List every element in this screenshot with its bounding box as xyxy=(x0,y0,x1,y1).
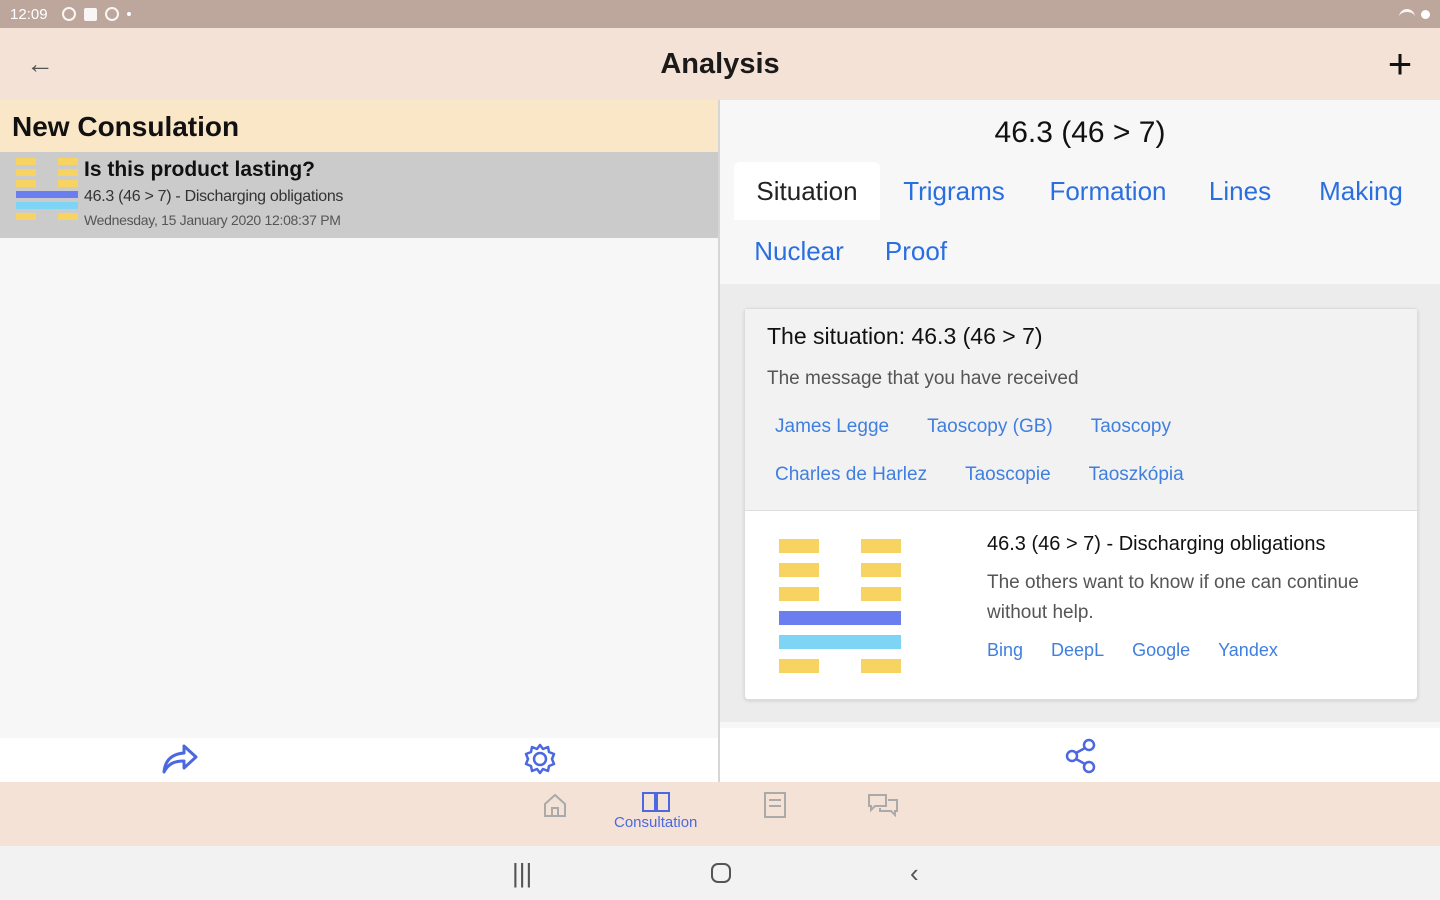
consultation-summary: 46.3 (46 > 7) - Discharging obligations xyxy=(84,188,344,205)
nav-journal[interactable] xyxy=(760,790,790,820)
source-links-row-2: Charles de Harlez Taoscopie Taoszkópia xyxy=(767,464,1395,486)
recents-icon[interactable]: ||| xyxy=(512,858,532,889)
arrow-back-icon[interactable]: ← xyxy=(22,48,58,80)
tab-making[interactable]: Making xyxy=(1306,162,1416,220)
tab-proof[interactable]: Proof xyxy=(876,222,956,280)
source-link-taoscopy-gb[interactable]: Taoscopy (GB) xyxy=(927,416,1053,438)
chat-icon xyxy=(868,794,898,818)
hexagram-heading: 46.3 (46 > 7) xyxy=(994,116,1166,149)
plus-icon[interactable]: + xyxy=(1378,42,1422,86)
source-link-taoszkopia[interactable]: Taoszkópia xyxy=(1089,464,1184,486)
consultation-list-pane: New Consulation Is this product lasting?… xyxy=(0,100,718,782)
translator-links: Bing DeepL Google Yandex xyxy=(987,640,1387,661)
consultation-question: Is this product lasting? xyxy=(84,158,316,181)
hexagram-title: 46.3 (46 > 7) - Discharging obligations xyxy=(987,533,1326,555)
nav-home[interactable] xyxy=(540,790,570,820)
nav-consultation[interactable]: Consultation xyxy=(614,790,697,831)
home-icon xyxy=(544,793,566,817)
situation-title: The situation: 46.3 (46 > 7) xyxy=(767,323,1043,349)
analysis-pane: 46.3 (46 > 7) Situation Trigrams Formati… xyxy=(720,100,1440,782)
page-title: Analysis xyxy=(660,47,780,80)
consultation-date: Wednesday, 15 January 2020 12:08:37 PM xyxy=(84,212,341,228)
tab-lines[interactable]: Lines xyxy=(1200,162,1280,220)
gear-icon[interactable] xyxy=(523,742,557,776)
bottom-navigation: Consultation xyxy=(0,782,1440,846)
share-icon[interactable] xyxy=(1064,738,1098,774)
forward-share-icon[interactable] xyxy=(160,742,200,776)
source-link-charles-de-harlez[interactable]: Charles de Harlez xyxy=(775,464,927,486)
situation-card: The situation: 46.3 (46 > 7) The message… xyxy=(744,308,1418,700)
tab-nuclear[interactable]: Nuclear xyxy=(744,222,854,280)
notification-icon xyxy=(61,7,76,21)
more-notifications-icon xyxy=(126,12,131,16)
translate-deepl-link[interactable]: DeepL xyxy=(1051,640,1104,661)
wifi-icon xyxy=(1399,9,1415,19)
sync-icon xyxy=(104,7,119,21)
nav-consultation-label: Consultation xyxy=(614,814,698,831)
translate-bing-link[interactable]: Bing xyxy=(987,640,1023,661)
section-title: New Consulation xyxy=(0,100,718,152)
source-links-row-1: James Legge Taoscopy (GB) Taoscopy xyxy=(767,416,1395,438)
tab-situation[interactable]: Situation xyxy=(734,162,880,220)
system-navigation: ||| ‹ xyxy=(0,846,1440,900)
left-toolbar xyxy=(0,738,718,782)
home-button-icon[interactable] xyxy=(710,862,732,884)
hexagram-description: The others want to know if one can conti… xyxy=(987,572,1359,623)
tab-trigrams[interactable]: Trigrams xyxy=(894,162,1014,220)
situation-subtitle: The message that you have received xyxy=(767,368,1079,389)
notebook-icon xyxy=(764,792,786,818)
translate-yandex-link[interactable]: Yandex xyxy=(1218,640,1278,661)
nav-chat[interactable] xyxy=(866,790,900,820)
book-open-icon xyxy=(641,792,670,812)
app-notification-icon xyxy=(83,7,97,21)
hexagram-thumbnail-icon xyxy=(16,158,78,238)
translate-google-link[interactable]: Google xyxy=(1132,640,1190,661)
hexagram-icon xyxy=(779,539,901,683)
app-bar: ← Analysis + xyxy=(0,28,1440,100)
consultation-list-item[interactable]: Is this product lasting? 46.3 (46 > 7) -… xyxy=(0,152,718,238)
source-link-taoscopie[interactable]: Taoscopie xyxy=(965,464,1051,486)
status-time: 12:09 xyxy=(10,5,48,23)
status-bar: 12:09 xyxy=(0,0,1440,28)
battery-icon xyxy=(1421,9,1430,19)
source-link-taoscopy[interactable]: Taoscopy xyxy=(1091,416,1171,438)
tab-formation[interactable]: Formation xyxy=(1034,162,1182,220)
source-link-james-legge[interactable]: James Legge xyxy=(775,416,889,438)
right-toolbar xyxy=(720,728,1440,782)
back-button-icon[interactable]: ‹ xyxy=(910,858,919,889)
